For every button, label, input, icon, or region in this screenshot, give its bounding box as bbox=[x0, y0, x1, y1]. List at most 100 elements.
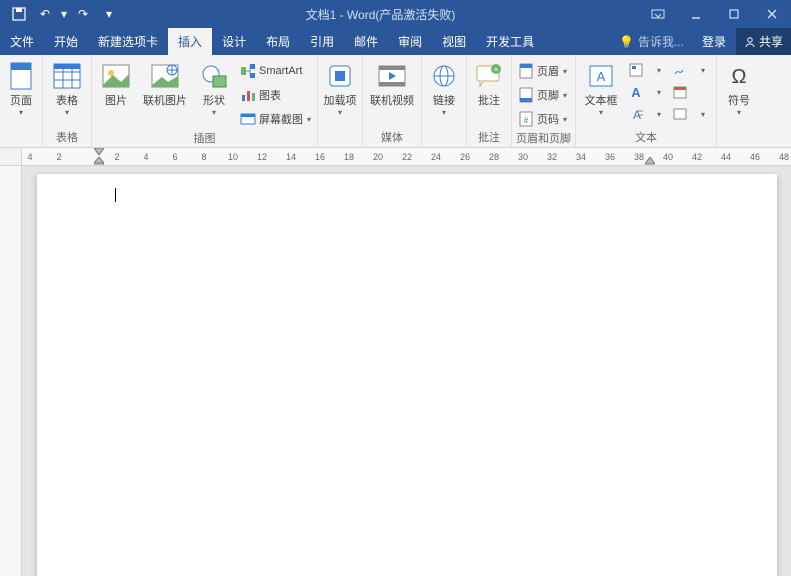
datetime-button[interactable] bbox=[670, 82, 690, 102]
quickparts-dropdown[interactable] bbox=[648, 60, 668, 80]
tab-layout[interactable]: 布局 bbox=[256, 28, 300, 55]
sign-in-button[interactable]: 登录 bbox=[692, 28, 736, 55]
comment-button[interactable]: + 批注 bbox=[471, 58, 507, 107]
chevron-down-icon: ▾ bbox=[65, 108, 69, 117]
svg-text:+: + bbox=[494, 65, 499, 74]
title-bar: ↶ ▾ ↷ ▾ 文档1 - Word(产品激活失败) bbox=[0, 0, 791, 28]
group-addins: 加载项 ▾ bbox=[318, 55, 363, 147]
ruler-tick: 42 bbox=[690, 148, 704, 165]
wordart-dropdown[interactable] bbox=[648, 82, 668, 102]
save-icon[interactable] bbox=[6, 2, 32, 26]
horizontal-ruler-area: 4224681012141618202224262830323436384042… bbox=[0, 148, 791, 166]
chart-button[interactable]: 图表 bbox=[238, 84, 313, 106]
tab-review[interactable]: 审阅 bbox=[388, 28, 432, 55]
text-cursor bbox=[115, 188, 116, 202]
indent-marker-right[interactable] bbox=[645, 157, 655, 165]
signature-button[interactable] bbox=[670, 60, 690, 80]
dropcap-button[interactable]: A bbox=[626, 104, 646, 124]
object-button[interactable] bbox=[670, 104, 690, 124]
svg-text:A: A bbox=[631, 85, 641, 100]
group-label-table: 表格 bbox=[47, 129, 87, 146]
indent-marker-hanging[interactable] bbox=[94, 157, 104, 165]
qat-customize-icon[interactable]: ▾ bbox=[96, 2, 122, 26]
ruler-tick: 2 bbox=[52, 148, 66, 165]
maximize-icon[interactable] bbox=[715, 0, 753, 28]
share-button[interactable]: 共享 bbox=[736, 28, 791, 55]
horizontal-ruler[interactable]: 4224681012141618202224262830323436384042… bbox=[22, 148, 791, 165]
symbol-button[interactable]: Ω 符号 ▾ bbox=[721, 58, 757, 117]
group-illustrations: 图片 联机图片 形状 ▾ SmartArt bbox=[92, 55, 318, 147]
undo-icon[interactable]: ↶ bbox=[32, 2, 58, 26]
tab-newtab[interactable]: 新建选项卡 bbox=[88, 28, 168, 55]
ribbon-options-icon[interactable] bbox=[639, 0, 677, 28]
ruler-tick: 10 bbox=[226, 148, 240, 165]
ruler-tick: 32 bbox=[545, 148, 559, 165]
online-picture-icon bbox=[149, 60, 181, 92]
ruler-tick: 48 bbox=[777, 148, 791, 165]
document-page[interactable] bbox=[37, 174, 777, 576]
quickparts-button[interactable] bbox=[626, 60, 646, 80]
page-number-button[interactable]: # 页码▾ bbox=[516, 108, 569, 130]
smartart-button[interactable]: SmartArt bbox=[238, 60, 313, 82]
minimize-icon[interactable] bbox=[677, 0, 715, 28]
tab-insert[interactable]: 插入 bbox=[168, 28, 212, 55]
ruler-tick: 40 bbox=[661, 148, 675, 165]
textbox-icon: A bbox=[585, 60, 617, 92]
textbox-button[interactable]: A 文本框 ▾ bbox=[580, 58, 622, 117]
shapes-button[interactable]: 形状 ▾ bbox=[194, 58, 234, 117]
group-links: 链接 ▾ bbox=[422, 55, 467, 147]
tab-design[interactable]: 设计 bbox=[212, 28, 256, 55]
object-dropdown[interactable] bbox=[692, 104, 712, 124]
document-scroll[interactable] bbox=[22, 166, 791, 576]
ruler-tick: 34 bbox=[574, 148, 588, 165]
ruler-tick: 30 bbox=[516, 148, 530, 165]
indent-marker-first-line[interactable] bbox=[94, 148, 104, 156]
vertical-ruler[interactable] bbox=[0, 166, 22, 576]
links-button[interactable]: 链接 ▾ bbox=[426, 58, 462, 117]
chevron-down-icon: ▾ bbox=[737, 108, 741, 117]
ruler-tick: 6 bbox=[168, 148, 182, 165]
footer-button[interactable]: 页脚▾ bbox=[516, 84, 569, 106]
group-media: 联机视频 媒体 bbox=[363, 55, 422, 147]
ruler-tick: 4 bbox=[139, 148, 153, 165]
pictures-button[interactable]: 图片 bbox=[96, 58, 136, 107]
screenshot-button[interactable]: 屏幕截图 ▾ bbox=[238, 108, 313, 130]
comment-icon: + bbox=[473, 60, 505, 92]
online-pictures-button[interactable]: 联机图片 bbox=[140, 58, 190, 107]
tell-me-search[interactable]: 💡 告诉我... bbox=[611, 28, 692, 55]
online-video-button[interactable]: 联机视频 bbox=[367, 58, 417, 107]
ruler-tick: 12 bbox=[255, 148, 269, 165]
group-label-comments: 批注 bbox=[471, 129, 507, 146]
ruler-tick: 26 bbox=[458, 148, 472, 165]
addins-button[interactable]: 加载项 ▾ bbox=[322, 58, 358, 117]
addins-icon bbox=[324, 60, 356, 92]
wordart-button[interactable]: A bbox=[626, 82, 646, 102]
tab-home[interactable]: 开始 bbox=[44, 28, 88, 55]
picture-icon bbox=[100, 60, 132, 92]
smartart-icon bbox=[240, 63, 256, 79]
group-comments: + 批注 批注 bbox=[467, 55, 512, 147]
close-icon[interactable] bbox=[753, 0, 791, 28]
ribbon: 页面 ▾ 表格 ▾ 表格 图片 bbox=[0, 55, 791, 148]
table-button[interactable]: 表格 ▾ bbox=[47, 58, 87, 117]
redo-icon[interactable]: ↷ bbox=[70, 2, 96, 26]
group-label-illustrations: 插图 bbox=[96, 130, 313, 146]
ruler-tick: 24 bbox=[429, 148, 443, 165]
signature-dropdown[interactable] bbox=[692, 60, 712, 80]
group-label-media: 媒体 bbox=[367, 129, 417, 146]
group-text: A 文本框 ▾ A A bbox=[576, 55, 717, 147]
tab-dev[interactable]: 开发工具 bbox=[476, 28, 544, 55]
undo-dropdown-icon[interactable]: ▾ bbox=[58, 2, 70, 26]
ruler-tick: 18 bbox=[342, 148, 356, 165]
tab-view[interactable]: 视图 bbox=[432, 28, 476, 55]
dropcap-dropdown[interactable] bbox=[648, 104, 668, 124]
link-icon bbox=[428, 60, 460, 92]
tab-file[interactable]: 文件 bbox=[0, 28, 44, 55]
video-icon bbox=[376, 60, 408, 92]
tab-mail[interactable]: 邮件 bbox=[344, 28, 388, 55]
cover-page-button[interactable]: 页面 ▾ bbox=[4, 58, 38, 117]
tab-references[interactable]: 引用 bbox=[300, 28, 344, 55]
header-button[interactable]: 页眉▾ bbox=[516, 60, 569, 82]
screenshot-icon bbox=[240, 111, 256, 127]
lightbulb-icon: 💡 bbox=[619, 35, 634, 49]
